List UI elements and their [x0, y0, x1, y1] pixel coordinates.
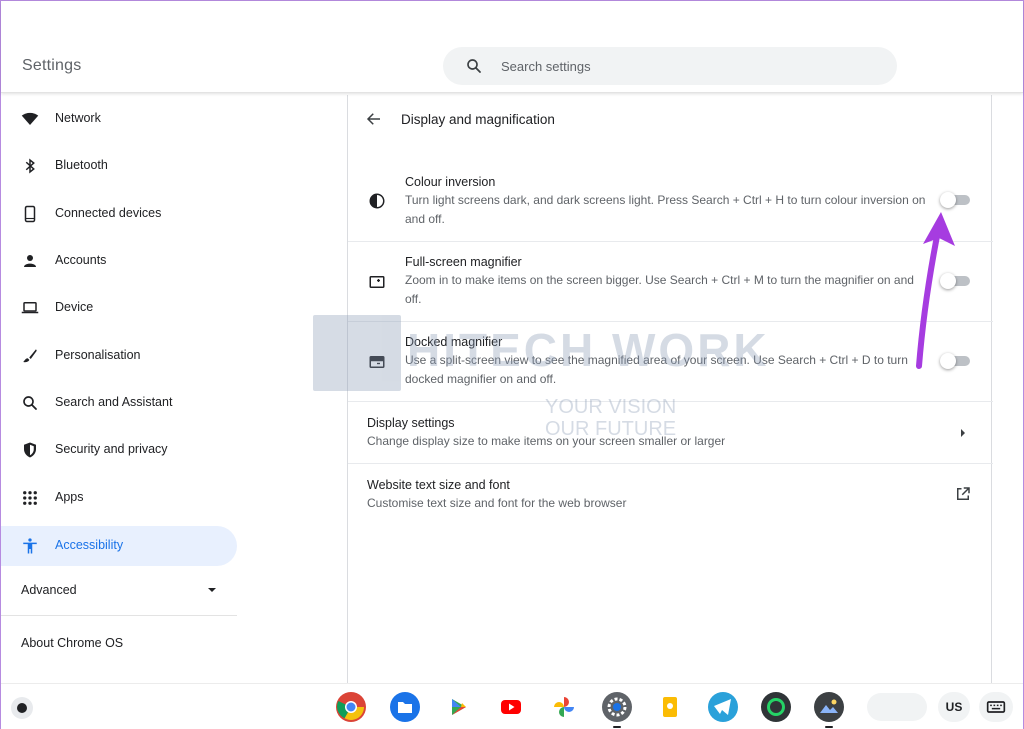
- row-description: Customise text size and font for the web…: [367, 496, 627, 510]
- sidebar-item-label: Search and Assistant: [55, 395, 173, 409]
- ime-indicator[interactable]: US: [938, 692, 970, 722]
- virtual-keyboard-button[interactable]: [979, 692, 1013, 722]
- sidebar-item-search-and-assistant[interactable]: Search and Assistant: [1, 383, 237, 423]
- row-title: Colour inversion: [405, 175, 496, 189]
- search-box[interactable]: [443, 47, 897, 85]
- full-screen-magnifier-row[interactable]: Full-screen magnifier Zoom in to make it…: [348, 241, 993, 321]
- row-title: Website text size and font: [367, 478, 510, 492]
- sidebar-item-label: Personalisation: [55, 348, 141, 362]
- sidebar-item-label: Network: [55, 111, 101, 125]
- telegram-icon[interactable]: [707, 691, 739, 723]
- sidebar-item-accessibility[interactable]: Accessibility: [1, 526, 237, 566]
- whatsapp-icon[interactable]: [760, 691, 792, 723]
- files-icon[interactable]: [389, 691, 421, 723]
- launcher-button[interactable]: [11, 697, 33, 719]
- back-arrow-icon[interactable]: [365, 110, 383, 128]
- advanced-section-toggle[interactable]: Advanced: [1, 569, 237, 609]
- row-title: Display settings: [367, 416, 455, 430]
- sidebar-item-label: Security and privacy: [55, 442, 168, 456]
- sidebar-item-label: Device: [55, 300, 94, 314]
- keyboard-icon: [986, 701, 1006, 713]
- app-title: Settings: [22, 57, 82, 74]
- youtube-icon[interactable]: [495, 691, 527, 723]
- page-title: Display and magnification: [401, 112, 555, 127]
- sidebar-divider: [1, 615, 237, 616]
- website-text-size-row[interactable]: Website text size and font Customise tex…: [348, 463, 993, 525]
- advanced-label: Advanced: [21, 583, 77, 597]
- bluetooth-icon: [25, 158, 35, 174]
- sidebar-item-personalisation[interactable]: Personalisation: [1, 336, 237, 376]
- gallery-icon[interactable]: [813, 691, 845, 723]
- fullscreen-magnifier-icon: [369, 276, 385, 288]
- sidebar-item-accounts[interactable]: Accounts: [1, 241, 237, 281]
- dropdown-arrow-icon: [208, 588, 216, 592]
- apps-grid-icon: [23, 491, 37, 505]
- accessibility-icon: [23, 538, 37, 554]
- sidebar-item-connected-devices[interactable]: Connected devices: [1, 194, 237, 234]
- sidebar-item-label: Connected devices: [55, 206, 162, 220]
- sidebar-item-about[interactable]: About Chrome OS: [21, 636, 123, 650]
- chrome-icon[interactable]: [335, 691, 367, 723]
- search-input[interactable]: [501, 56, 861, 76]
- play-store-icon[interactable]: [442, 691, 474, 723]
- photos-icon[interactable]: [548, 691, 580, 723]
- sidebar-item-label: Apps: [55, 490, 84, 504]
- docked-magnifier-icon: [369, 356, 385, 368]
- notification-tray[interactable]: [867, 693, 927, 721]
- sidebar-item-label: Accessibility: [55, 538, 124, 552]
- running-indicator: [613, 726, 621, 728]
- search-icon: [467, 59, 481, 73]
- colour-inversion-row[interactable]: Colour inversion Turn light screens dark…: [348, 165, 993, 241]
- chevron-right-icon: [961, 429, 965, 437]
- sidebar-item-network[interactable]: Network: [1, 99, 237, 139]
- person-icon: [24, 255, 36, 267]
- wifi-icon: [21, 112, 39, 125]
- external-link-icon[interactable]: [954, 485, 972, 503]
- row-description: Zoom in to make items on the screen bigg…: [405, 273, 914, 306]
- row-title: Full-screen magnifier: [405, 255, 522, 269]
- search-icon: [23, 396, 37, 410]
- sidebar: Network Bluetooth Connected devices Acco…: [1, 95, 241, 683]
- brush-icon: [23, 349, 37, 363]
- subpage-header: Display and magnification: [348, 95, 993, 143]
- phone-icon: [24, 205, 36, 223]
- row-description: Use a split-screen view to see the magni…: [405, 353, 908, 386]
- sidebar-item-bluetooth[interactable]: Bluetooth: [1, 146, 237, 186]
- running-indicator: [825, 726, 833, 728]
- docked-magnifier-row[interactable]: Docked magnifier Use a split-screen view…: [348, 321, 993, 401]
- row-title: Docked magnifier: [405, 335, 503, 349]
- main-card: Display and magnification Colour inversi…: [347, 95, 993, 683]
- keep-icon[interactable]: [654, 691, 686, 723]
- contrast-icon: [369, 193, 385, 209]
- settings-icon[interactable]: [601, 691, 633, 723]
- colour-inversion-toggle[interactable]: [940, 192, 970, 208]
- row-description: Change display size to make items on you…: [367, 434, 726, 448]
- annotation-arrow: [916, 212, 955, 369]
- shelf: US: [1, 683, 1023, 729]
- sidebar-item-device[interactable]: Device: [1, 288, 237, 328]
- shield-icon: [24, 442, 36, 458]
- sidebar-item-security-and-privacy[interactable]: Security and privacy: [1, 430, 237, 470]
- sidebar-item-label: Bluetooth: [55, 158, 108, 172]
- app-header: Settings: [1, 1, 1023, 93]
- display-settings-row[interactable]: Display settings Change display size to …: [348, 401, 993, 463]
- sidebar-item-label: Accounts: [55, 253, 107, 267]
- sidebar-item-apps[interactable]: Apps: [1, 478, 237, 518]
- row-description: Turn light screens dark, and dark screen…: [405, 193, 926, 226]
- laptop-icon: [21, 302, 39, 314]
